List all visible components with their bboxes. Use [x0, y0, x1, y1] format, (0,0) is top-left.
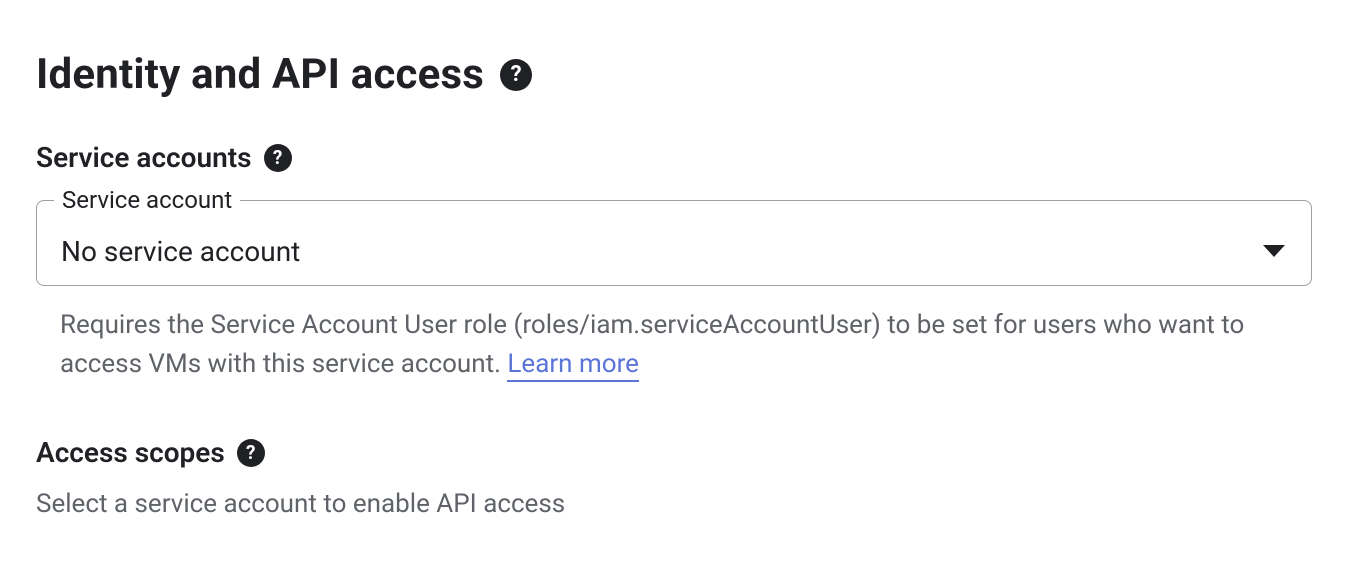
section-title: Identity and API access [36, 50, 484, 99]
service-account-field: Service account No service account [36, 200, 1312, 286]
chevron-down-icon [1263, 245, 1285, 257]
learn-more-link[interactable]: Learn more [507, 349, 639, 382]
help-icon[interactable]: ? [264, 144, 292, 172]
service-account-field-label: Service account [54, 186, 240, 214]
help-icon[interactable]: ? [500, 59, 532, 91]
access-scopes-heading: Access scopes [36, 436, 225, 469]
helper-text-content: Requires the Service Account User role (… [60, 310, 1244, 379]
access-scopes-hint: Select a service account to enable API a… [36, 489, 1314, 519]
service-accounts-heading: Service accounts [36, 141, 252, 174]
service-account-selected-value: No service account [61, 235, 300, 268]
service-account-helper-text: Requires the Service Account User role (… [36, 306, 1312, 384]
help-icon[interactable]: ? [237, 439, 265, 467]
